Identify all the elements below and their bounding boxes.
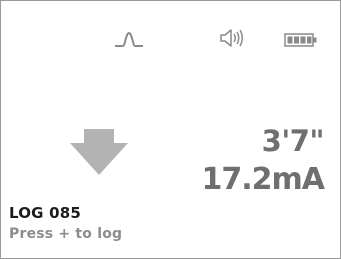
status-bar [1, 1, 340, 61]
pulse-icon [115, 32, 143, 47]
locator-screen: 3'7" 17.2mA LOG 085 Press + to log [0, 0, 341, 259]
battery-icon [284, 33, 317, 47]
current-readout: 17.2mA [201, 162, 325, 197]
depth-readout: 3'7" [261, 124, 325, 158]
down-arrow-icon [70, 129, 128, 175]
speaker-icon [220, 29, 243, 47]
log-hint-text: Press + to log [9, 226, 123, 242]
log-number-label: LOG 085 [9, 204, 82, 222]
